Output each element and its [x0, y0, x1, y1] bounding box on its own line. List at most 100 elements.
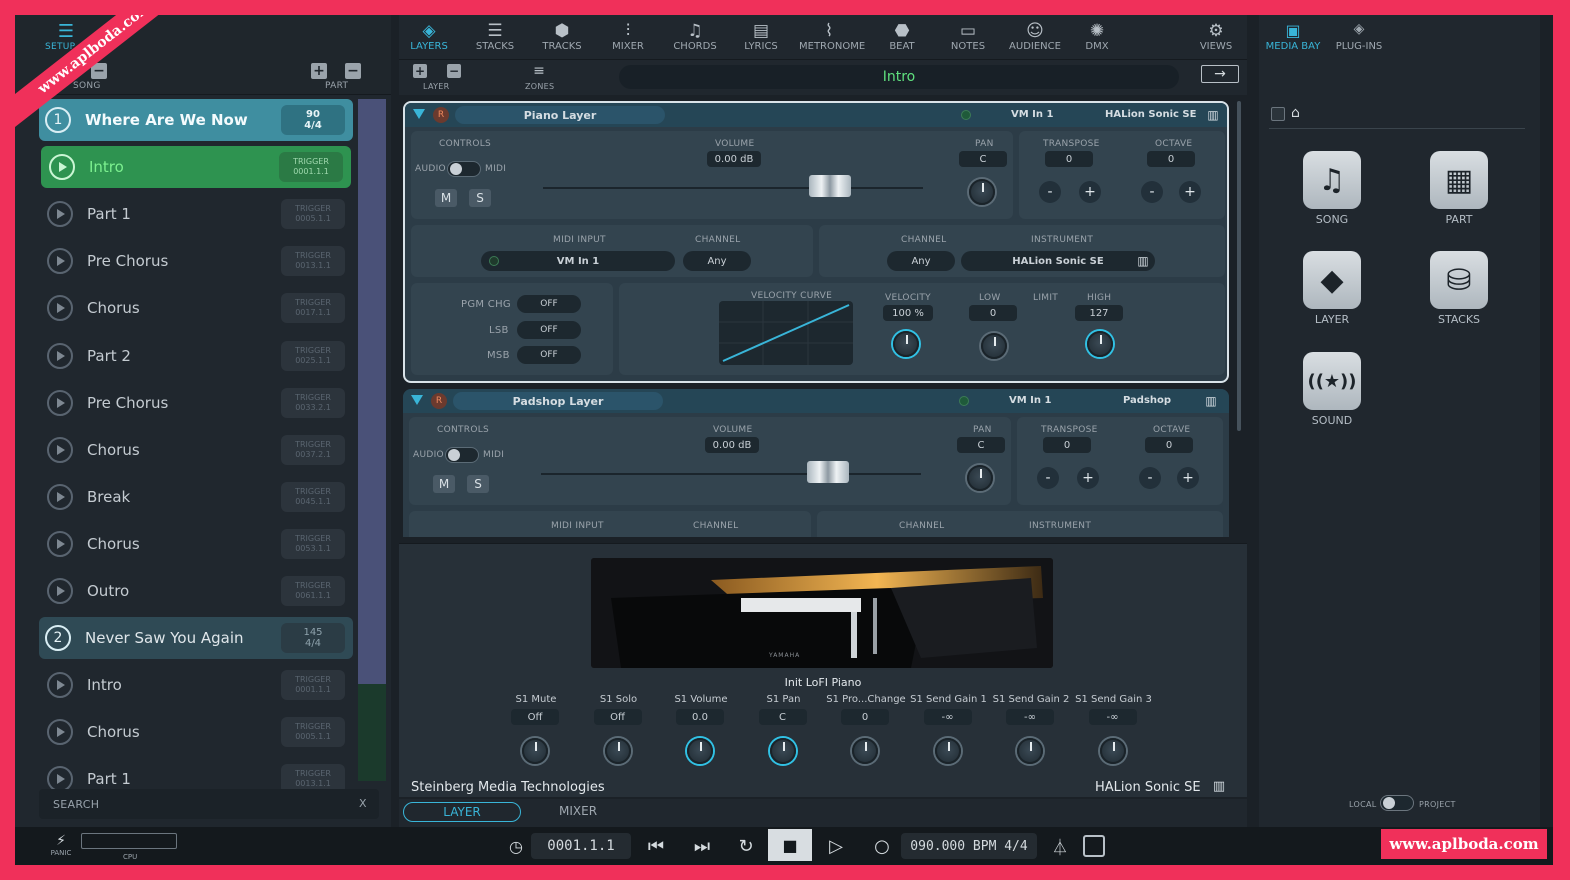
- transpose-minus-button[interactable]: -: [1039, 181, 1061, 203]
- add-layer-icon[interactable]: +: [413, 64, 427, 78]
- pan-knob[interactable]: [967, 465, 993, 491]
- octave-value[interactable]: 0: [1145, 437, 1193, 453]
- pan-value[interactable]: C: [957, 437, 1005, 453]
- audio-midi-toggle[interactable]: [447, 161, 481, 177]
- part-row[interactable]: Part 2 TRIGGER 0025.1.1: [39, 335, 353, 377]
- stop-button[interactable]: ■: [768, 829, 812, 861]
- zones-icon[interactable]: ≡: [531, 63, 547, 79]
- tab-chords[interactable]: ♫ CHORDS: [665, 21, 725, 52]
- octave-value[interactable]: 0: [1147, 151, 1195, 167]
- param-knob[interactable]: [522, 738, 548, 764]
- tab-stacks[interactable]: ☰ STACKS: [465, 21, 525, 52]
- media-bay-song[interactable]: ♫ SONG: [1303, 151, 1361, 226]
- collapse-icon[interactable]: [413, 109, 425, 119]
- pan-knob[interactable]: [969, 179, 995, 205]
- octave-plus-button[interactable]: +: [1177, 467, 1199, 489]
- tab-layer[interactable]: LAYER: [403, 802, 521, 822]
- volume-fader[interactable]: [543, 171, 923, 205]
- collapse-icon[interactable]: [411, 395, 423, 405]
- part-row[interactable]: Chorus TRIGGER 0005.1.1: [39, 711, 353, 753]
- velocity-curve-graph[interactable]: [719, 301, 853, 365]
- metronome-icon[interactable]: ⏃: [1047, 833, 1073, 859]
- param-knob[interactable]: [604, 738, 631, 764]
- part-row[interactable]: Chorus TRIGGER 0053.1.1: [39, 523, 353, 565]
- part-row[interactable]: Outro TRIGGER 0061.1.1: [39, 570, 353, 612]
- velocity-knob[interactable]: [893, 331, 919, 357]
- solo-button[interactable]: S: [469, 189, 491, 207]
- part-row[interactable]: Chorus TRIGGER 0037.2.1: [39, 429, 353, 471]
- param-value[interactable]: Off: [511, 709, 559, 725]
- msb-select[interactable]: OFF: [517, 346, 581, 364]
- song-scrollbar[interactable]: [358, 99, 386, 781]
- remove-layer-icon[interactable]: −: [447, 64, 461, 78]
- low-knob[interactable]: [981, 333, 1007, 359]
- part-row[interactable]: Part 1 TRIGGER 0005.1.1: [39, 193, 353, 235]
- tab-mixer[interactable]: ⫶ MIXER: [598, 21, 658, 52]
- local-project-toggle[interactable]: [1380, 795, 1414, 811]
- part-row[interactable]: Break TRIGGER 0045.1.1: [39, 476, 353, 518]
- record-button[interactable]: R: [433, 107, 449, 123]
- home-icon[interactable]: ⌂: [1291, 105, 1300, 121]
- transpose-minus-button[interactable]: -: [1037, 467, 1059, 489]
- tab-audience[interactable]: ☺ AUDIENCE: [1005, 21, 1065, 52]
- param-value[interactable]: -∞: [1088, 709, 1137, 725]
- high-value[interactable]: 127: [1075, 305, 1123, 321]
- forward-button[interactable]: ⏭: [689, 833, 715, 859]
- transpose-plus-button[interactable]: +: [1077, 467, 1099, 489]
- audio-midi-toggle[interactable]: [445, 447, 479, 463]
- param-value[interactable]: -∞: [1006, 709, 1054, 725]
- view-toggle-button[interactable]: [1083, 835, 1105, 857]
- input-name[interactable]: VM In 1: [1011, 109, 1053, 120]
- part-row[interactable]: Pre Chorus TRIGGER 0013.1.1: [39, 240, 353, 282]
- cycle-button[interactable]: ↻: [733, 833, 759, 859]
- volume-value[interactable]: 0.00 dB: [707, 151, 761, 167]
- record-transport-button[interactable]: ○: [869, 833, 895, 859]
- high-knob[interactable]: [1087, 331, 1113, 357]
- play-icon[interactable]: [47, 201, 73, 228]
- part-row[interactable]: Intro TRIGGER 0001.1.1: [41, 146, 351, 189]
- tab-dmx[interactable]: ✺ DMX: [1067, 21, 1127, 52]
- song-row[interactable]: 2 Never Saw You Again 145 4/4: [39, 617, 353, 660]
- solo-button[interactable]: S: [467, 475, 489, 493]
- plugin-name[interactable]: HALion Sonic SE: [1105, 109, 1196, 120]
- part-row[interactable]: Chorus TRIGGER 0017.1.1: [39, 287, 353, 329]
- part-remove-icon[interactable]: −: [345, 63, 361, 79]
- media-bay-stacks[interactable]: ⛁ STACKS: [1430, 251, 1488, 326]
- setup-menu-icon[interactable]: ☰: [53, 21, 79, 42]
- volume-value[interactable]: 0.00 dB: [705, 437, 759, 453]
- keyboard-icon[interactable]: ▥: [1205, 107, 1221, 123]
- tab-notes[interactable]: ▭ NOTES: [938, 21, 998, 52]
- transpose-value[interactable]: 0: [1043, 437, 1091, 453]
- tab-lyrics[interactable]: ▤ LYRICS: [731, 21, 791, 52]
- param-value[interactable]: C: [758, 709, 807, 725]
- param-value[interactable]: Off: [593, 709, 642, 725]
- play-button[interactable]: ▷: [823, 833, 849, 859]
- pan-value[interactable]: C: [959, 151, 1007, 167]
- velocity-value[interactable]: 100 %: [883, 305, 933, 321]
- param-knob[interactable]: [934, 738, 961, 764]
- pgm-select[interactable]: OFF: [517, 295, 581, 313]
- play-icon[interactable]: [47, 719, 73, 746]
- param-knob[interactable]: [1099, 738, 1126, 764]
- param-knob[interactable]: [687, 738, 713, 764]
- part-row[interactable]: Pre Chorus TRIGGER 0033.2.1: [39, 382, 353, 424]
- mute-button[interactable]: M: [433, 475, 455, 493]
- part-row[interactable]: Intro TRIGGER 0001.1.1: [39, 664, 353, 706]
- tab-beat[interactable]: ⬣ BEAT: [872, 21, 932, 52]
- play-icon[interactable]: [47, 672, 73, 699]
- tab-metronome[interactable]: ⌇ METRONOME: [799, 21, 865, 52]
- rewind-button[interactable]: ⏮: [643, 833, 669, 859]
- position-display[interactable]: 0001.1.1: [531, 833, 631, 859]
- next-part-button[interactable]: →: [1201, 65, 1239, 83]
- layers-scrollbar[interactable]: [1237, 101, 1241, 431]
- octave-minus-button[interactable]: -: [1139, 467, 1161, 489]
- param-knob[interactable]: [1017, 738, 1043, 764]
- play-icon[interactable]: [47, 248, 73, 275]
- instrument-keyboard-icon[interactable]: ▥: [1135, 253, 1151, 269]
- tempo-display[interactable]: 090.000 BPM 4/4: [901, 833, 1037, 859]
- play-icon[interactable]: [47, 389, 73, 416]
- play-icon[interactable]: [49, 154, 75, 181]
- media-bay-part[interactable]: ▦ PART: [1430, 151, 1488, 226]
- octave-plus-button[interactable]: +: [1179, 181, 1201, 203]
- param-value[interactable]: 0: [841, 709, 889, 725]
